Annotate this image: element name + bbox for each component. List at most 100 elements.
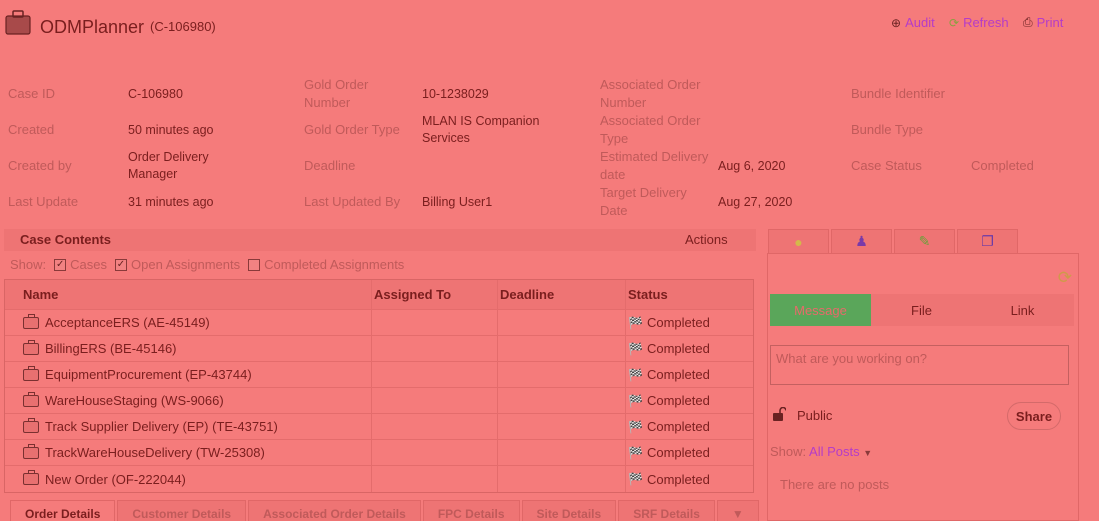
actions-menu[interactable]: Actions xyxy=(685,232,728,247)
row-status-cell: 🏁 Completed xyxy=(626,466,753,492)
pulse-side-tabs: ● ♟ ✎ ❐ xyxy=(768,229,1020,254)
checkered-flag-icon: 🏁 xyxy=(628,472,643,486)
table-row: TrackWareHouseDelivery (TW-25308) 🏁 Comple… xyxy=(5,440,753,466)
checkered-flag-icon: 🏁 xyxy=(628,393,643,408)
row-deadline xyxy=(498,466,626,492)
col-deadline[interactable]: Deadline xyxy=(498,280,626,309)
created-label: Created xyxy=(8,122,55,137)
row-assigned-to xyxy=(372,388,498,413)
posts-filter-value: All Posts xyxy=(809,444,860,459)
case-status-value: Completed xyxy=(971,158,1034,173)
checkered-flag-icon: 🏁 xyxy=(628,445,643,460)
people-icon[interactable]: ♟ xyxy=(831,229,892,254)
visibility-label[interactable]: Public xyxy=(797,408,832,423)
tab-order-details[interactable]: Order Details xyxy=(10,500,116,521)
row-status: Completed xyxy=(646,393,710,408)
row-status-cell: 🏁 Completed xyxy=(626,388,753,413)
case-icon xyxy=(23,417,39,433)
print-icon: ⎙ xyxy=(1023,15,1033,29)
tab-site-details[interactable]: Site Details xyxy=(521,500,617,521)
windows-icon[interactable]: ❐ xyxy=(957,229,1018,254)
last-updated-by-label: Last Updated By xyxy=(304,194,401,209)
filter-cases-label: Cases xyxy=(70,257,107,272)
col-name[interactable]: Name xyxy=(5,280,372,309)
open-assignments-checkbox[interactable]: ✓ xyxy=(115,258,127,271)
case-icon xyxy=(23,339,39,355)
checkered-flag-icon: 🏁 xyxy=(628,341,643,356)
filter-completed-assignments[interactable]: Completed Assignments xyxy=(248,257,404,272)
table-row: BillingERS (BE-45146) 🏁 Completed xyxy=(5,336,753,362)
row-deadline xyxy=(498,388,626,413)
filter-completed-assignments-label: Completed Assignments xyxy=(264,257,405,272)
tab-srf-details[interactable]: SRF Details xyxy=(618,500,715,521)
col-status[interactable]: Status xyxy=(626,280,753,309)
row-status-cell: 🏁 Completed xyxy=(626,440,753,465)
row-status: Completed xyxy=(646,315,710,330)
empty-posts-message: There are no posts xyxy=(780,477,890,492)
row-name-link[interactable]: WareHouseStaging (WS-9066) xyxy=(45,393,224,408)
cases-checkbox[interactable]: ✓ xyxy=(54,258,67,271)
gold-order-number-label-line1: Gold Order xyxy=(304,77,369,92)
row-name-link[interactable]: Track Supplier Delivery (EP) (TE-43751) xyxy=(45,419,278,434)
unlock-icon[interactable] xyxy=(772,407,786,421)
post-type-message[interactable]: Message xyxy=(770,294,871,326)
audit-icon: ⊕ xyxy=(891,15,902,30)
case-icon xyxy=(23,443,39,459)
row-name-link[interactable]: TrackWareHouseDelivery (TW-25308) xyxy=(45,445,265,460)
row-name-link[interactable]: BillingERS (BE-45146) xyxy=(45,341,177,356)
row-deadline xyxy=(498,362,626,387)
detail-tabs: Order Details Customer Details Associated … xyxy=(10,500,761,521)
post-type-tabs: Message File Link xyxy=(770,294,1074,326)
row-name-link[interactable]: EquipmentProcurement (EP-43744) xyxy=(45,367,252,382)
last-update-label: Last Update xyxy=(8,194,79,209)
last-update-value: 31 minutes ago xyxy=(128,195,214,209)
row-status-cell: 🏁 Completed xyxy=(626,336,753,361)
refresh-posts-icon[interactable]: ⟳ xyxy=(1058,268,1072,288)
posts-filter-dropdown[interactable]: All Posts ▼ xyxy=(809,444,872,459)
assoc-order-number-label-line2: Number xyxy=(600,95,647,110)
created-by-value-line1: Order Delivery xyxy=(128,150,209,164)
tab-associated-order-details[interactable]: Associated Order Details xyxy=(248,500,421,521)
tab-customer-details[interactable]: Customer Details xyxy=(117,500,247,521)
pencil-icon[interactable]: ✎ xyxy=(894,229,955,254)
audit-button[interactable]: ⊕ Audit xyxy=(891,15,935,30)
filter-cases[interactable]: ✓ Cases xyxy=(54,257,107,272)
created-value: 50 minutes ago xyxy=(128,123,214,137)
tab-fpc-details[interactable]: FPC Details xyxy=(422,500,520,521)
filter-open-assignments[interactable]: ✓ Open Assignments xyxy=(115,257,240,272)
deadline-label: Deadline xyxy=(304,158,356,173)
refresh-button[interactable]: ⟳ Refresh xyxy=(949,15,1009,30)
print-button[interactable]: ⎙ Print xyxy=(1023,15,1063,30)
share-button[interactable]: Share xyxy=(1007,402,1061,430)
row-name-link[interactable]: AcceptanceERS (AE-45149) xyxy=(45,315,210,330)
row-assigned-to xyxy=(372,414,498,439)
bundle-identifier-label: Bundle Identifier xyxy=(851,86,945,101)
table-row: Track Supplier Delivery (EP) (TE-43751) 🏁… xyxy=(5,414,753,440)
row-status-cell: 🏁 Completed xyxy=(626,310,753,335)
row-name-cell: AcceptanceERS (AE-45149) xyxy=(5,310,372,335)
completed-assignments-checkbox[interactable] xyxy=(248,258,261,271)
post-type-link[interactable]: Link xyxy=(972,294,1073,326)
case-status-label: Case Status xyxy=(851,158,922,173)
row-status: Completed xyxy=(646,445,710,460)
chat-bubble-icon[interactable]: ● xyxy=(768,229,829,254)
page-title: ODMPlanner xyxy=(40,17,145,37)
tabs-overflow-button[interactable]: ▼ xyxy=(716,500,759,521)
refresh-label: Refresh xyxy=(963,15,1009,30)
row-assigned-to xyxy=(372,310,498,335)
row-name-link[interactable]: New Order (OF-222044) xyxy=(45,472,186,487)
row-deadline xyxy=(498,310,626,335)
post-type-file[interactable]: File xyxy=(871,294,972,326)
table-row: WareHouseStaging (WS-9066) 🏁 Completed xyxy=(5,388,753,414)
checkered-flag-icon: 🏁 xyxy=(628,315,643,330)
row-status: Completed xyxy=(646,341,710,356)
posts-show-label: Show: xyxy=(770,444,807,459)
gold-order-number-value: 10-1238029 xyxy=(422,87,489,101)
gold-order-type-label: Gold Order Type xyxy=(304,122,400,137)
col-assigned-to[interactable]: Assigned To xyxy=(372,280,498,309)
dropdown-arrow-icon: ▼ xyxy=(863,448,873,458)
posts-filter-row: Show: All Posts ▼ xyxy=(770,444,872,459)
post-input[interactable]: What are you working on? xyxy=(770,345,1069,385)
row-status: Completed xyxy=(646,419,710,434)
checkered-flag-icon: 🏁 xyxy=(628,419,643,434)
